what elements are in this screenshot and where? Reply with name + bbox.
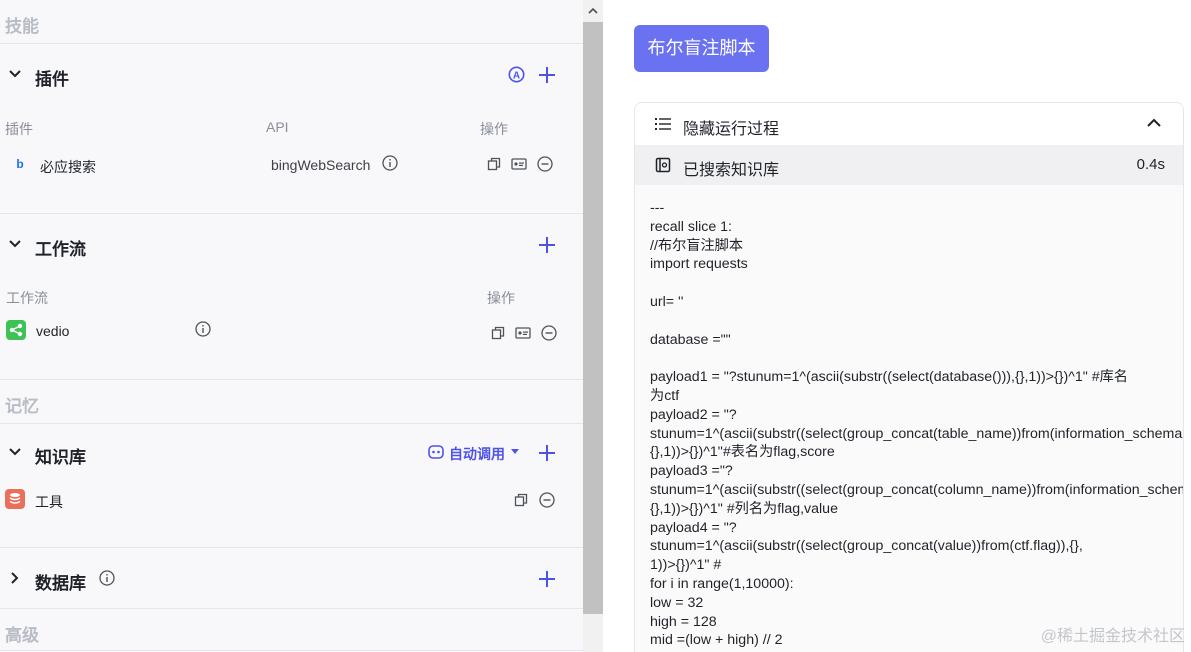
workflow-group-header[interactable]: 工作流 bbox=[0, 231, 583, 261]
code-line: {},1))>{})^1" #列名为flag,value bbox=[650, 500, 838, 517]
add-knowledge-button[interactable] bbox=[539, 445, 555, 461]
watermark: @稀土掘金技术社区 bbox=[1040, 628, 1185, 645]
svg-text:b: b bbox=[16, 157, 23, 171]
svg-text:A: A bbox=[513, 70, 520, 81]
code-line: stunum=1^(ascii(substr((select(group_con… bbox=[650, 481, 1183, 498]
database-group-header[interactable]: 数据库 bbox=[0, 565, 583, 595]
copy-icon[interactable] bbox=[491, 326, 505, 340]
remove-icon[interactable] bbox=[537, 156, 553, 172]
auto-call-label: 自动调用 bbox=[449, 446, 505, 462]
plugin-name: 必应搜索 bbox=[40, 159, 96, 175]
workflow-icon bbox=[6, 320, 26, 340]
copy-icon[interactable] bbox=[514, 493, 528, 507]
api-column-header: API bbox=[266, 119, 289, 135]
code-line: payload4 = "? bbox=[650, 519, 737, 536]
chevron-down-icon[interactable] bbox=[8, 237, 22, 251]
workflow-title: 工作流 bbox=[35, 240, 86, 259]
plugins-title: 插件 bbox=[35, 70, 69, 89]
divider bbox=[0, 650, 583, 651]
add-database-button[interactable] bbox=[539, 571, 555, 587]
scroll-up-button[interactable] bbox=[583, 0, 603, 22]
operations-column-header: 操作 bbox=[487, 290, 515, 306]
workflow-column-header: 工作流 bbox=[6, 290, 48, 306]
settings-card-icon[interactable] bbox=[511, 157, 527, 171]
chevron-up-icon[interactable] bbox=[1146, 118, 1162, 128]
run-process-panel: 隐藏运行过程 已搜索知识库 0.4s --- recall slice 1: //布… bbox=[634, 102, 1184, 652]
list-icon bbox=[655, 118, 671, 130]
advanced-section-title: 高级 bbox=[5, 626, 39, 645]
info-icon[interactable] bbox=[195, 321, 211, 337]
plugins-group-header[interactable]: 插件 bbox=[0, 61, 583, 91]
skills-section-title: 技能 bbox=[5, 17, 39, 36]
copy-icon[interactable] bbox=[487, 157, 501, 171]
plugin-api-name: bingWebSearch bbox=[271, 157, 371, 173]
operations-column-header: 操作 bbox=[480, 121, 508, 137]
divider bbox=[0, 423, 583, 424]
code-line: --- bbox=[650, 200, 665, 216]
divider bbox=[0, 213, 583, 214]
code-line: stunum=1^(ascii(substr((select(group_con… bbox=[650, 425, 1183, 442]
caret-down-icon bbox=[511, 449, 519, 454]
knowledge-base-icon bbox=[5, 489, 25, 509]
knowledge-name: 工具 bbox=[35, 494, 63, 510]
code-line: url= '' bbox=[650, 293, 684, 310]
knowledge-searched-label: 已搜索知识库 bbox=[683, 162, 780, 179]
remove-icon[interactable] bbox=[541, 325, 557, 341]
info-icon[interactable] bbox=[99, 570, 115, 586]
chevron-down-icon[interactable] bbox=[8, 445, 22, 459]
divider bbox=[0, 43, 583, 44]
hide-process-label: 隐藏运行过程 bbox=[683, 121, 780, 138]
code-line: 1))>{})^1" # bbox=[650, 557, 722, 574]
code-line: {},1))>{})^1"#表名为flag,score bbox=[650, 444, 835, 461]
code-line: recall slice 1: bbox=[650, 218, 733, 235]
chevron-right-icon[interactable] bbox=[8, 571, 22, 585]
code-line: //布尔盲注脚本 bbox=[650, 237, 744, 254]
settings-card-icon[interactable] bbox=[515, 326, 531, 340]
code-line: for i in range(1,10000): bbox=[650, 575, 794, 592]
memory-section-title: 记忆 bbox=[5, 397, 39, 416]
knowledge-search-step[interactable]: 已搜索知识库 0.4s bbox=[635, 145, 1183, 185]
remove-icon[interactable] bbox=[539, 492, 555, 508]
chevron-down-icon[interactable] bbox=[8, 67, 22, 81]
info-icon[interactable] bbox=[382, 155, 398, 171]
database-title: 数据库 bbox=[35, 574, 86, 593]
auto-mode-icon[interactable]: A bbox=[508, 66, 525, 83]
knowledge-search-icon bbox=[655, 157, 671, 173]
divider bbox=[0, 608, 583, 609]
add-workflow-button[interactable] bbox=[539, 237, 555, 253]
elapsed-time: 0.4s bbox=[1136, 156, 1165, 173]
code-line: 为ctf bbox=[650, 387, 680, 404]
code-line: payload3 ="? bbox=[650, 463, 733, 480]
plugin-column-header: 插件 bbox=[5, 121, 33, 137]
code-line: payload2 = "? bbox=[650, 406, 737, 423]
knowledge-title: 知识库 bbox=[35, 448, 86, 467]
code-line: stunum=1^(ascii(substr((select(group_con… bbox=[650, 538, 1083, 555]
auto-call-icon bbox=[428, 445, 444, 459]
divider bbox=[0, 379, 583, 380]
scrollbar[interactable] bbox=[583, 0, 603, 652]
hide-process-toggle[interactable]: 隐藏运行过程 bbox=[635, 103, 1183, 145]
bing-icon: b bbox=[16, 157, 23, 171]
code-line: low = 32 bbox=[650, 594, 704, 611]
scroll-up-icon bbox=[588, 7, 598, 14]
user-message-bubble[interactable]: 布尔盲注脚本 bbox=[634, 25, 769, 72]
divider bbox=[0, 547, 583, 548]
scrollbar-thumb[interactable] bbox=[583, 22, 603, 614]
code-line: import requests bbox=[650, 256, 748, 273]
code-line: database ="" bbox=[650, 331, 731, 348]
debug-preview-panel: 布尔盲注脚本 隐藏运行过程 已搜索知识库 0.4s --- recall slic… bbox=[603, 0, 1191, 652]
agent-config-panel: 技能 插件 A 插件 API 操作 b 必应搜索 bingWebSearch 工… bbox=[0, 0, 583, 652]
recall-content: --- recall slice 1: //布尔盲注脚本 import request… bbox=[650, 199, 1183, 650]
code-line: payload1 = "?stunum=1^(ascii(substr((sel… bbox=[650, 369, 1128, 386]
workflow-name: vedio bbox=[36, 323, 70, 339]
add-plugin-button[interactable] bbox=[539, 67, 555, 83]
